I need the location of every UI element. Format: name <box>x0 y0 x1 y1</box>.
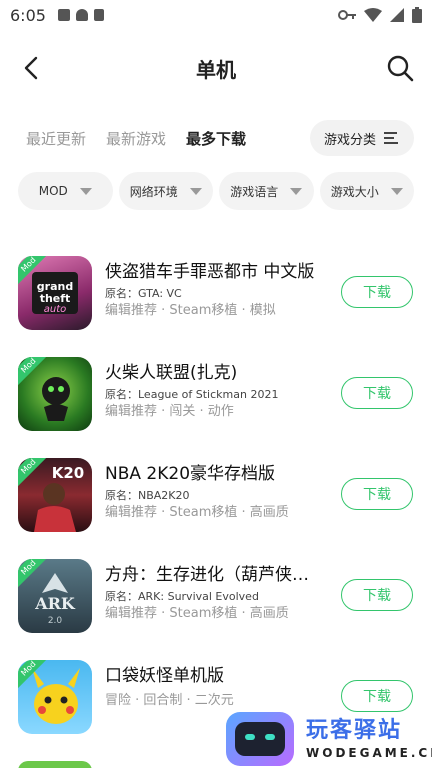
watermark-name: 玩客驿站 <box>306 718 403 743</box>
game-original-name: 原名：League of Stickman 2021 <box>105 388 279 401</box>
download-button[interactable]: 下载 <box>341 377 413 409</box>
game-list-item[interactable]: K20 Mod NBA 2K20豪华存档版 原名：NBA2K20 编辑推荐 · … <box>0 450 432 551</box>
robot-eye <box>265 734 275 740</box>
app-header: 单机 <box>0 44 432 92</box>
book-notification-icon <box>93 9 104 21</box>
filter-label: 游戏语言 <box>230 184 279 199</box>
game-info: 口袋妖怪单机版 冒险 · 回合制 · 二次元 <box>105 664 331 710</box>
filter-label: MOD <box>38 184 68 198</box>
tab-recent-updates[interactable]: 最近更新 <box>26 128 86 149</box>
game-icon-stickman[interactable]: Mod <box>18 357 92 431</box>
dropdown-triangle-icon <box>290 187 303 195</box>
filter-lines-icon <box>384 132 398 144</box>
svg-text:K20: K20 <box>52 464 85 482</box>
dropdown-triangle-icon <box>390 187 403 195</box>
android-notification-icon <box>75 9 88 21</box>
sort-tabs: 最近更新 最新游戏 最多下载 游戏分类 <box>26 120 414 156</box>
game-icon-nba2k20[interactable]: K20 Mod <box>18 458 92 532</box>
notification-icons <box>57 9 104 21</box>
download-button[interactable]: 下载 <box>341 478 413 510</box>
dropdown-triangle-icon <box>189 187 202 195</box>
svg-text:auto: auto <box>44 304 67 315</box>
game-original-name: 原名：ARK: Survival Evolved <box>105 590 259 603</box>
page-title: 单机 <box>196 57 236 82</box>
game-title: NBA 2K20豪华存档版 <box>105 464 276 484</box>
game-list-item[interactable]: grand theft auto Mod 侠盗猎车手罪恶都市 中文版 原名：GTA:… <box>0 248 432 349</box>
filter-network[interactable]: 网络环境 <box>118 172 213 210</box>
game-title: 侠盗猎车手罪恶都市 中文版 <box>105 262 315 282</box>
app-notification-icon <box>57 9 70 21</box>
robot-eye <box>245 734 255 740</box>
back-icon[interactable] <box>18 54 46 82</box>
filter-bar: MOD 网络环境 游戏语言 游戏大小 <box>18 172 414 210</box>
game-original-name: 原名：NBA2K20 <box>105 489 190 502</box>
category-label: 游戏分类 <box>323 132 376 148</box>
game-title: 口袋妖怪单机版 <box>105 666 224 686</box>
tab-most-downloads[interactable]: 最多下载 <box>186 128 247 151</box>
game-icon-partial[interactable] <box>18 761 92 768</box>
svg-text:2.0: 2.0 <box>48 616 63 626</box>
filter-language[interactable]: 游戏语言 <box>219 172 314 210</box>
download-button[interactable]: 下载 <box>341 276 413 308</box>
game-title: 火柴人联盟(扎克) <box>105 363 238 383</box>
robot-face <box>235 722 285 756</box>
game-title: 方舟：生存进化（葫芦侠… <box>105 565 309 585</box>
game-icon-pokemon[interactable]: Mod <box>18 660 92 734</box>
game-info: 侠盗猎车手罪恶都市 中文版 原名：GTA: VC 编辑推荐 · Steam移植 … <box>105 260 331 320</box>
wifi-icon <box>364 8 382 22</box>
dropdown-triangle-icon <box>79 187 92 195</box>
status-bar: 6:05 <box>0 0 432 30</box>
game-tags: 编辑推荐 · Steam移植 · 高画质 <box>105 505 289 520</box>
game-tags: 冒险 · 回合制 · 二次元 <box>105 693 234 708</box>
game-list-item[interactable]: ARK 2.0 Mod 方舟：生存进化（葫芦侠… 原名：ARK: Survival… <box>0 551 432 652</box>
download-button[interactable]: 下载 <box>341 680 413 712</box>
filter-label: 游戏大小 <box>330 184 379 199</box>
game-tags: 编辑推荐 · Steam移植 · 模拟 <box>105 303 276 318</box>
game-info: 火柴人联盟(扎克) 原名：League of Stickman 2021 编辑推… <box>105 361 331 421</box>
key-icon <box>338 10 356 20</box>
filter-mod[interactable]: MOD <box>18 172 113 210</box>
robot-logo-icon <box>226 712 294 766</box>
game-list: grand theft auto Mod 侠盗猎车手罪恶都市 中文版 原名：GTA:… <box>0 248 432 768</box>
watermark-domain: WODEGAME.CN <box>306 746 432 760</box>
game-list-item[interactable]: Mod 火柴人联盟(扎克) 原名：League of Stickman 2021… <box>0 349 432 450</box>
download-button[interactable]: 下载 <box>341 579 413 611</box>
game-icon-ark[interactable]: ARK 2.0 Mod <box>18 559 92 633</box>
svg-text:ARK: ARK <box>34 594 76 613</box>
game-tags: 编辑推荐 · 闯关 · 动作 <box>105 404 234 419</box>
tab-newest-games[interactable]: 最新游戏 <box>106 128 166 149</box>
status-time: 6:05 <box>10 5 46 25</box>
search-icon[interactable] <box>386 54 414 82</box>
site-watermark: 玩客驿站 WODEGAME.CN <box>226 710 432 768</box>
game-info: NBA 2K20豪华存档版 原名：NBA2K20 编辑推荐 · Steam移植 … <box>105 462 331 522</box>
game-icon-gta[interactable]: grand theft auto Mod <box>18 256 92 330</box>
game-original-name: 原名：GTA: VC <box>105 287 182 300</box>
signal-icon <box>390 8 404 22</box>
filter-label: 网络环境 <box>129 184 178 199</box>
game-category-button[interactable]: 游戏分类 <box>309 120 414 156</box>
battery-icon <box>412 7 422 23</box>
game-info: 方舟：生存进化（葫芦侠… 原名：ARK: Survival Evolved 编辑… <box>105 563 331 623</box>
game-tags: 编辑推荐 · Steam移植 · 高画质 <box>105 606 289 621</box>
filter-size[interactable]: 游戏大小 <box>319 172 414 210</box>
system-icons <box>338 7 422 23</box>
